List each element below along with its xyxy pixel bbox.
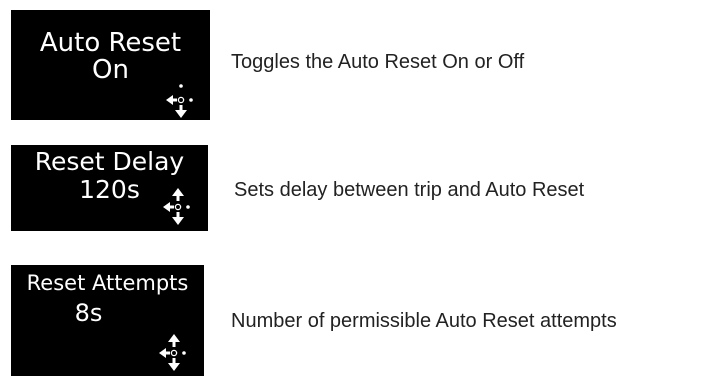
- reset-delay-description: Sets delay between trip and Auto Reset: [234, 179, 585, 201]
- reset-delay-screen: Reset Delay 120s: [11, 145, 208, 231]
- screen-value: 8s: [74, 299, 103, 327]
- screen-title: Reset Delay: [34, 147, 185, 176]
- navigation-arrows-icon: [163, 185, 193, 229]
- navigation-arrows-icon: [159, 331, 189, 375]
- auto-reset-screen: Auto Reset On: [11, 10, 210, 120]
- auto-reset-description: Toggles the Auto Reset On or Off: [231, 51, 525, 73]
- screen-title: Auto Reset: [39, 28, 182, 58]
- reset-attempts-screen: Reset Attempts 8s: [11, 265, 204, 376]
- navigation-arrows-icon: [166, 78, 196, 120]
- reset-attempts-description: Number of permissible Auto Reset attempt…: [231, 310, 617, 332]
- screen-title: Reset Attempts: [26, 271, 189, 295]
